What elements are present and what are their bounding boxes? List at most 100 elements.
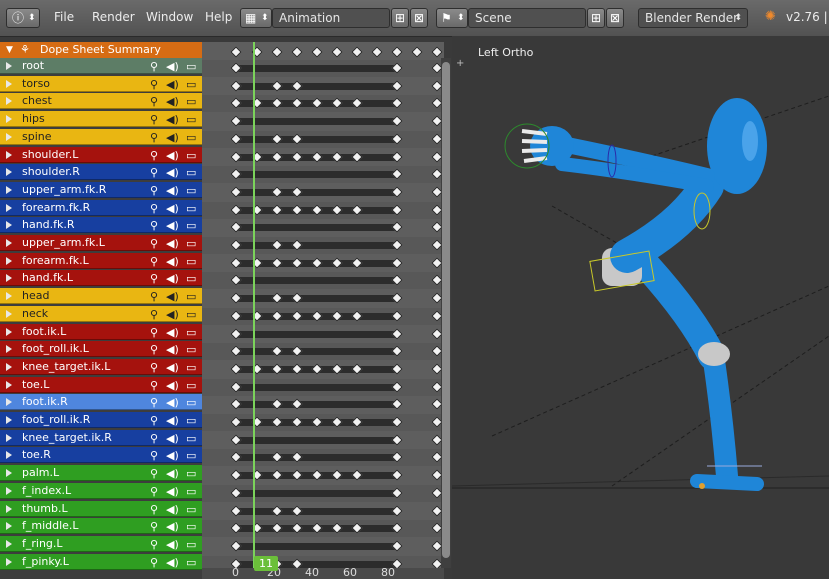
lock-icon[interactable]: ▭ <box>186 236 196 250</box>
channel-row[interactable]: upper_arm.fk.L ⚲ ◀) ▭ <box>0 235 202 251</box>
channel-row[interactable]: spine ⚲ ◀) ▭ <box>0 128 202 145</box>
mute-icon[interactable]: ◀) <box>166 307 179 321</box>
mute-icon[interactable]: ◀) <box>166 502 179 516</box>
lock-icon[interactable]: ▭ <box>186 537 196 551</box>
expand-triangle-icon[interactable] <box>6 256 12 265</box>
wrench-icon[interactable]: ⚲ <box>150 271 158 285</box>
keyframe-row[interactable] <box>202 95 444 113</box>
wrench-icon[interactable]: ⚲ <box>150 484 158 498</box>
keyframe-row[interactable] <box>202 290 444 307</box>
channel-row[interactable]: toe.L ⚲ ◀) ▭ <box>0 376 202 393</box>
wrench-icon[interactable]: ⚲ <box>150 519 158 533</box>
menu-render[interactable]: Render <box>92 10 135 24</box>
lock-icon[interactable]: ▭ <box>186 431 196 445</box>
expand-triangle-icon[interactable] <box>6 79 12 88</box>
expand-triangle-icon[interactable] <box>6 539 12 548</box>
expand-triangle-icon[interactable] <box>6 97 12 106</box>
channel-row[interactable]: upper_arm.fk.R ⚲ ◀) ▭ <box>0 181 202 198</box>
keyframe-row[interactable] <box>202 449 444 467</box>
render-engine-select[interactable]: Blender Render ⬍ <box>638 8 748 28</box>
lock-icon[interactable]: ▭ <box>186 502 196 516</box>
keyframe[interactable] <box>391 46 403 58</box>
wrench-icon[interactable]: ⚲ <box>150 342 158 356</box>
keyframe-row[interactable] <box>202 503 444 520</box>
screen-name-field[interactable]: Animation <box>272 8 390 28</box>
channel-row[interactable]: forearm.fk.L ⚲ ◀) ▭ <box>0 252 202 269</box>
channel-row[interactable]: hand.fk.R ⚲ ◀) ▭ <box>0 217 202 234</box>
frame-ruler[interactable]: 0 20 40 60 80 <box>202 566 444 579</box>
expand-triangle-icon[interactable] <box>6 327 12 336</box>
keyframe[interactable] <box>230 46 242 58</box>
wrench-icon[interactable]: ⚲ <box>150 537 158 551</box>
mute-icon[interactable]: ◀) <box>166 466 179 480</box>
wrench-icon[interactable]: ⚲ <box>150 325 158 339</box>
scrollbar-thumb[interactable] <box>442 62 450 558</box>
expand-triangle-icon[interactable] <box>6 115 12 124</box>
wrench-icon[interactable]: ⚲ <box>150 94 158 108</box>
wrench-icon[interactable]: ⚲ <box>150 413 158 427</box>
channel-row[interactable]: f_ring.L ⚲ ◀) ▭ <box>0 535 202 552</box>
expand-triangle-icon[interactable] <box>6 522 12 531</box>
mute-icon[interactable]: ◀) <box>166 289 179 303</box>
keyframe-row[interactable] <box>202 255 444 272</box>
keyframe-row[interactable] <box>202 378 444 396</box>
wrench-icon[interactable]: ⚲ <box>150 448 158 462</box>
lock-icon[interactable]: ▭ <box>186 130 196 144</box>
lock-icon[interactable]: ▭ <box>186 59 196 73</box>
lock-icon[interactable]: ▭ <box>186 360 196 374</box>
keyframe-row[interactable] <box>202 78 444 95</box>
lock-icon[interactable]: ▭ <box>186 183 196 197</box>
keyframe-row[interactable] <box>202 326 444 343</box>
keyframe-row[interactable] <box>202 166 444 184</box>
channel-row[interactable]: chest ⚲ ◀) ▭ <box>0 93 202 110</box>
channel-row[interactable]: knee_target.ik.L ⚲ ◀) ▭ <box>0 358 202 375</box>
expand-triangle-icon[interactable] <box>6 504 12 513</box>
lock-icon[interactable]: ▭ <box>186 466 196 480</box>
mute-icon[interactable]: ◀) <box>166 77 179 91</box>
expand-triangle-icon[interactable] <box>6 203 12 212</box>
scene-name-field[interactable]: Scene <box>468 8 586 28</box>
keyframe[interactable] <box>371 46 383 58</box>
wrench-icon[interactable]: ⚲ <box>150 130 158 144</box>
add-screen-button[interactable]: ⊞ <box>391 8 409 28</box>
keyframe-row[interactable] <box>202 467 444 484</box>
keyframe[interactable] <box>431 46 443 58</box>
expand-triangle-icon[interactable] <box>6 362 12 371</box>
keyframe-row[interactable] <box>202 414 444 431</box>
mute-icon[interactable]: ◀) <box>166 130 179 144</box>
keyframe-row[interactable] <box>202 361 444 378</box>
menu-help[interactable]: Help <box>205 10 232 24</box>
mute-icon[interactable]: ◀) <box>166 325 179 339</box>
channel-row[interactable]: palm.L ⚲ ◀) ▭ <box>0 465 202 482</box>
lock-icon[interactable]: ▭ <box>186 271 196 285</box>
scene-selector-button[interactable]: ⚑ ⬍ <box>436 8 468 28</box>
expand-triangle-icon[interactable] <box>6 150 12 159</box>
expand-triangle-icon[interactable] <box>6 185 12 194</box>
menu-window[interactable]: Window <box>146 10 193 24</box>
mute-icon[interactable]: ◀) <box>166 59 179 73</box>
expand-triangle-icon[interactable] <box>6 416 12 424</box>
lock-icon[interactable]: ▭ <box>186 325 196 339</box>
lock-icon[interactable]: ▭ <box>186 342 196 356</box>
wrench-icon[interactable]: ⚲ <box>150 466 158 480</box>
mute-icon[interactable]: ◀) <box>166 94 179 108</box>
lock-icon[interactable]: ▭ <box>186 519 196 533</box>
mute-icon[interactable]: ◀) <box>166 201 179 215</box>
remove-scene-button[interactable]: ⊠ <box>606 8 624 28</box>
expand-triangle-icon[interactable] <box>6 274 12 283</box>
lock-icon[interactable]: ▭ <box>186 307 196 321</box>
mute-icon[interactable]: ◀) <box>166 413 179 427</box>
lock-icon[interactable]: ▭ <box>186 395 196 409</box>
mute-icon[interactable]: ◀) <box>166 537 179 551</box>
lock-icon[interactable]: ▭ <box>186 112 196 126</box>
expand-triangle-icon[interactable] <box>6 239 12 247</box>
current-frame-indicator[interactable]: 11 <box>254 556 278 571</box>
mute-icon[interactable]: ◀) <box>166 448 179 462</box>
3d-viewport[interactable]: Left Ortho + <box>452 36 829 579</box>
wrench-icon[interactable]: ⚲ <box>150 112 158 126</box>
keyframe[interactable] <box>411 46 423 58</box>
channel-row[interactable]: root ⚲ ◀) ▭ <box>0 58 202 74</box>
expand-triangle-icon[interactable] <box>6 380 12 389</box>
lock-icon[interactable]: ▭ <box>186 378 196 392</box>
mute-icon[interactable]: ◀) <box>166 395 179 409</box>
